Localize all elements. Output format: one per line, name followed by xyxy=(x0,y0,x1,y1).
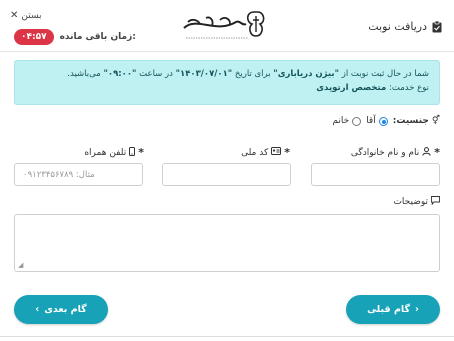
alert-text: می‌باشید. xyxy=(67,69,101,79)
radio-male[interactable] xyxy=(378,116,388,126)
close-button[interactable]: ✕ بستن xyxy=(10,10,42,21)
gender-label-text: جنسیت: xyxy=(392,116,429,126)
service-value: متخصص ارتوپدی xyxy=(316,83,387,93)
gender-male-label[interactable]: آقا xyxy=(366,116,376,126)
gender-icon: ⚥ xyxy=(431,116,440,126)
chevron-left-icon: ‹ xyxy=(35,304,40,315)
gender-label: ⚥ جنسیت: xyxy=(393,116,440,126)
appointment-date: "۱۴۰۳/۰۷/۰۱" xyxy=(175,69,233,79)
description-field-label: توضیحات xyxy=(393,196,440,208)
appointment-time: "۰۹:۰۰" xyxy=(103,69,137,79)
countdown-timer: ۰۴:۵۷ زمان باقی مانده: xyxy=(14,29,136,45)
timer-label: زمان باقی مانده: xyxy=(59,32,136,42)
alert-text: در ساعت xyxy=(139,69,173,79)
name-label-text: نام و نام خانوادگی xyxy=(350,147,420,158)
required-asterisk: * xyxy=(434,146,440,159)
next-step-button[interactable]: ‹ گام بعدی xyxy=(14,295,108,324)
gender-group: ⚥ جنسیت: آقا خانم xyxy=(332,116,440,126)
phone-placeholder: مثال: ۰۹۱۲۳۴۵۶۷۸۹ xyxy=(23,169,95,180)
service-label: نوع خدمت: xyxy=(388,83,429,93)
phone-field-label: * تلفن همراه xyxy=(84,146,144,159)
doctor-name: "بیژن دریاباری" xyxy=(273,69,340,79)
description-label-text: توضیحات xyxy=(393,197,428,207)
gender-option-female[interactable]: خانم xyxy=(332,116,362,126)
required-asterisk: * xyxy=(284,146,290,159)
required-asterisk: * xyxy=(138,146,144,159)
full-name-field[interactable] xyxy=(311,163,440,186)
divider xyxy=(0,336,454,337)
close-icon[interactable]: ✕ xyxy=(10,10,18,21)
brand-logo xyxy=(176,6,292,46)
mobile-icon xyxy=(129,146,136,159)
appointment-info-alert: شما در حال ثبت نوبت از "بیژن دریاباری" ب… xyxy=(14,60,440,105)
alert-text: شما در حال ثبت نوبت از xyxy=(341,69,429,79)
comment-icon xyxy=(431,196,440,208)
chevron-right-icon: › xyxy=(415,304,419,315)
phone-field[interactable]: مثال: ۰۹۱۲۳۴۵۶۷۸۹ xyxy=(14,163,143,186)
id-card-icon xyxy=(271,147,282,158)
nid-field-label: * کد ملی xyxy=(241,146,290,159)
timer-badge: ۰۴:۵۷ xyxy=(14,29,54,45)
title-text: دریافت نوبت xyxy=(368,20,427,33)
gender-female-label[interactable]: خانم xyxy=(332,116,349,126)
close-label[interactable]: بستن xyxy=(21,11,41,21)
gender-option-male[interactable]: آقا xyxy=(366,116,388,126)
previous-step-label: گام قبلی xyxy=(367,304,411,315)
nid-label-text: کد ملی xyxy=(241,147,269,158)
radio-female[interactable] xyxy=(352,116,362,126)
user-icon xyxy=(422,146,431,159)
clipboard-icon xyxy=(432,20,442,33)
alert-line-2: نوع خدمت: متخصص ارتوپدی xyxy=(25,81,429,95)
alert-line-1: شما در حال ثبت نوبت از "بیژن دریاباری" ب… xyxy=(25,67,429,81)
description-textarea[interactable]: ◢ xyxy=(14,214,440,272)
resize-grip-icon[interactable]: ◢ xyxy=(18,261,23,269)
phone-label-text: تلفن همراه xyxy=(84,147,127,158)
national-id-field[interactable] xyxy=(162,163,291,186)
page-title: دریافت نوبت xyxy=(368,20,442,33)
modal-header: ✕ بستن ۰۴:۵۷ زمان باقی مانده: دریافت نوب… xyxy=(0,0,454,52)
previous-step-button[interactable]: گام قبلی › xyxy=(346,295,440,324)
name-field-label: * نام و نام خانوادگی xyxy=(351,146,440,159)
next-step-label: گام بعدی xyxy=(44,304,87,315)
alert-text: برای تاریخ xyxy=(234,69,271,79)
